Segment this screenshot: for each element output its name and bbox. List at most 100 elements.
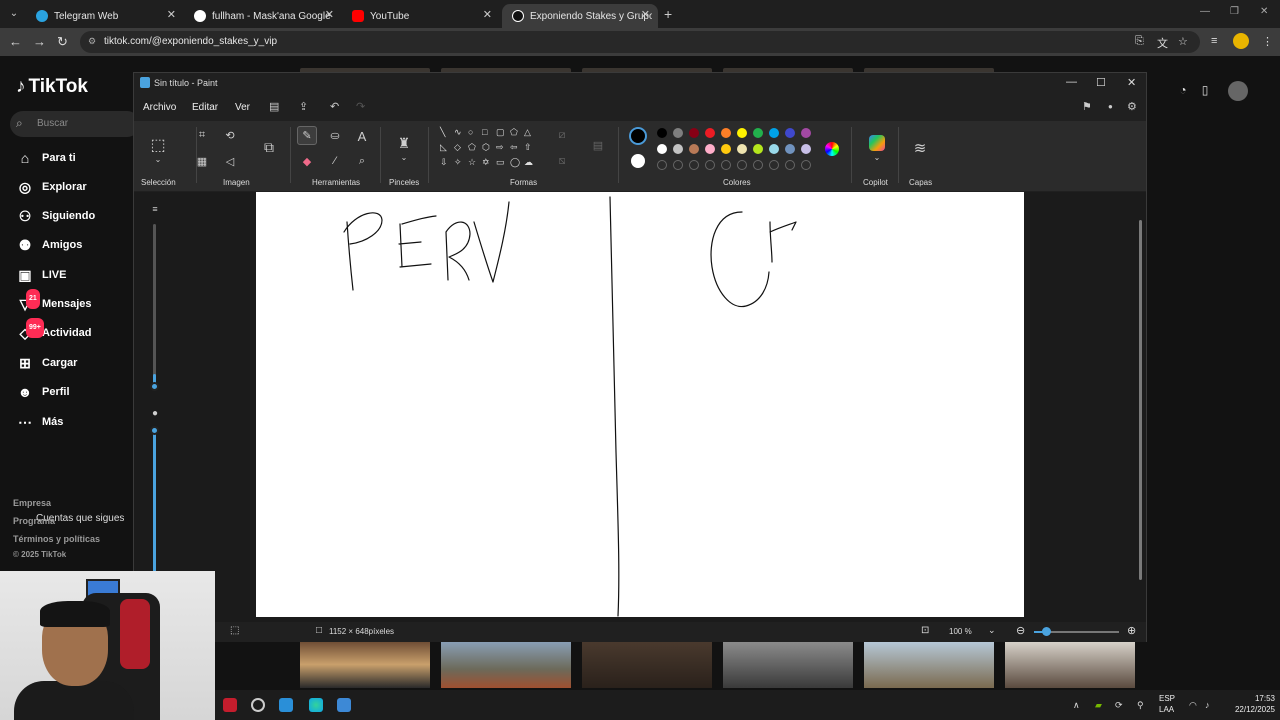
eraser-icon[interactable]: ◆ [299, 155, 315, 168]
rotate-icon[interactable]: ◁ [222, 155, 238, 168]
star5-shape-icon[interactable]: ☆ [468, 157, 476, 168]
paint-minimize-icon[interactable]: — [1066, 76, 1077, 88]
maximize-icon[interactable]: ❐ [1230, 6, 1239, 17]
layers-icon[interactable]: ≋ [912, 139, 928, 157]
close-tab-icon[interactable]: ✕ [483, 8, 492, 21]
close-tab-icon[interactable]: ✕ [167, 8, 176, 21]
image-select-icon[interactable]: ⧉ [261, 139, 277, 156]
shape-fill-icon[interactable]: ⧅ [554, 155, 570, 168]
undo-icon[interactable]: ↶ [330, 100, 339, 113]
palette-swatch[interactable] [705, 128, 715, 138]
zoom-level[interactable]: 100 % [949, 627, 972, 636]
microphone-icon[interactable]: ⚲ [1137, 700, 1144, 711]
video-thumbnail[interactable] [723, 641, 853, 688]
site-info-icon[interactable]: ⚙ [88, 36, 96, 47]
custom-color-slot[interactable] [737, 160, 747, 170]
video-thumbnail[interactable] [582, 641, 712, 688]
background-removal-icon[interactable]: ▦ [194, 155, 210, 168]
palette-swatch[interactable] [721, 128, 731, 138]
drawing-canvas[interactable] [256, 192, 1024, 617]
star6-shape-icon[interactable]: ✡ [482, 157, 490, 168]
menu-ver[interactable]: Ver [235, 102, 250, 113]
search-input[interactable]: ⌕ Buscar [10, 111, 140, 137]
nav-amigos[interactable]: ⚉ Amigos [16, 235, 83, 255]
callout-cloud-shape-icon[interactable]: ☁ [524, 157, 533, 168]
footer-link-terminos[interactable]: Términos y políticas [13, 534, 100, 544]
palette-swatch[interactable] [657, 128, 667, 138]
zoom-in-icon[interactable]: ⊕ [1127, 624, 1136, 637]
custom-color-slot[interactable] [769, 160, 779, 170]
resize-icon[interactable]: ⟲ [222, 129, 238, 142]
palette-swatch[interactable] [785, 144, 795, 154]
edge-browser-icon[interactable] [309, 698, 323, 712]
curve-shape-icon[interactable]: ∿ [454, 127, 462, 138]
palette-swatch[interactable] [721, 144, 731, 154]
tab-youtube[interactable]: YouTube ✕ [342, 4, 500, 28]
custom-color-slot[interactable] [705, 160, 715, 170]
user-avatar[interactable] [1228, 81, 1248, 101]
calculator-icon[interactable] [337, 698, 351, 712]
share-icon[interactable]: ⇪ [299, 100, 308, 113]
edit-colors-icon[interactable] [825, 142, 839, 156]
translate-icon[interactable]: 文 [1157, 35, 1168, 51]
custom-color-slot[interactable] [657, 160, 667, 170]
color-picker-icon[interactable]: ⁄ [327, 155, 343, 167]
shape-outline-icon[interactable]: ⧄ [554, 129, 570, 142]
nav-cargar[interactable]: ⊞ Cargar [16, 353, 77, 373]
zoom-dropdown-chevron-icon[interactable]: ⌄ [988, 625, 996, 636]
color2-swatch[interactable] [631, 154, 645, 168]
app-notepad-icon[interactable] [279, 698, 293, 712]
palette-swatch[interactable] [689, 144, 699, 154]
custom-color-slot[interactable] [673, 160, 683, 170]
app-red-icon[interactable] [223, 698, 237, 712]
tab-tiktok[interactable]: Exponiendo Stakes y Grupos Vi ✕ [502, 4, 658, 28]
oval-shape-icon[interactable]: ○ [468, 127, 473, 137]
paint-close-icon[interactable]: ✕ [1127, 76, 1136, 89]
nav-para-ti[interactable]: ⌂ Para ti [16, 148, 76, 168]
nav-siguiendo[interactable]: ⚇ Siguiendo [16, 206, 95, 226]
sync-icon[interactable]: ⟳ [1115, 700, 1123, 711]
right-triangle-shape-icon[interactable]: ◺ [440, 142, 447, 153]
magnifier-icon[interactable]: ⌕ [354, 155, 370, 168]
explore-compass-icon[interactable]: ◔ [1173, 83, 1193, 99]
menu-kebab-icon[interactable]: ⋮ [1262, 35, 1273, 48]
rectangle-shape-icon[interactable]: □ [482, 127, 487, 137]
scrollbar-thumb[interactable] [1139, 220, 1142, 580]
hexagon-shape-icon[interactable]: ⬡ [482, 142, 490, 153]
star4-shape-icon[interactable]: ✧ [454, 157, 462, 168]
palette-swatch[interactable] [785, 128, 795, 138]
pentagon-shape-icon[interactable]: ⬠ [468, 142, 476, 153]
arrow-up-shape-icon[interactable]: ⇧ [524, 142, 532, 153]
brush-icon[interactable]: ♜ [396, 135, 412, 152]
nav-explorar[interactable]: ◎ Explorar [16, 177, 87, 197]
chevron-down-icon[interactable]: ⌄ [150, 155, 166, 164]
footer-link-empresa[interactable]: Empresa [13, 498, 51, 508]
chevron-down-icon[interactable]: ⌄ [396, 153, 412, 162]
custom-color-slot[interactable] [785, 160, 795, 170]
address-bar[interactable]: ⚙ tiktok.com/@exponiendo_stakes_y_vip [80, 31, 1200, 53]
reload-icon[interactable]: ↻ [57, 34, 68, 50]
line-shape-icon[interactable]: ╲ [440, 127, 445, 138]
palette-swatch[interactable] [801, 128, 811, 138]
canvas-vertical-scrollbar[interactable] [1139, 196, 1143, 616]
back-icon[interactable]: ← [9, 34, 22, 49]
custom-color-slot[interactable] [689, 160, 699, 170]
palette-swatch[interactable] [769, 144, 779, 154]
nav-mensajes[interactable]: ▽ 21 Mensajes [16, 289, 92, 314]
custom-color-slot[interactable] [721, 160, 731, 170]
opacity-slider-knob[interactable] [150, 426, 159, 435]
wifi-icon[interactable]: ◠ [1189, 700, 1197, 711]
color1-swatch[interactable] [629, 127, 647, 145]
nav-actividad[interactable]: ◇ 99+ Actividad [16, 318, 92, 343]
fill-bucket-icon[interactable]: ⛀ [327, 129, 343, 142]
video-thumbnail[interactable] [864, 641, 994, 688]
palette-swatch[interactable] [737, 128, 747, 138]
chevron-down-icon[interactable]: ⌄ [869, 153, 885, 162]
app-timer-icon[interactable] [251, 698, 265, 712]
text-tool-icon[interactable]: A [354, 129, 370, 144]
shape-size-icon[interactable]: ▤ [590, 139, 606, 152]
selection-rect-icon[interactable]: ⬚ [150, 135, 166, 155]
video-thumbnail[interactable] [1005, 641, 1135, 688]
reading-list-icon[interactable]: ≡ [1211, 35, 1217, 47]
new-tab-icon[interactable]: + [664, 6, 672, 22]
